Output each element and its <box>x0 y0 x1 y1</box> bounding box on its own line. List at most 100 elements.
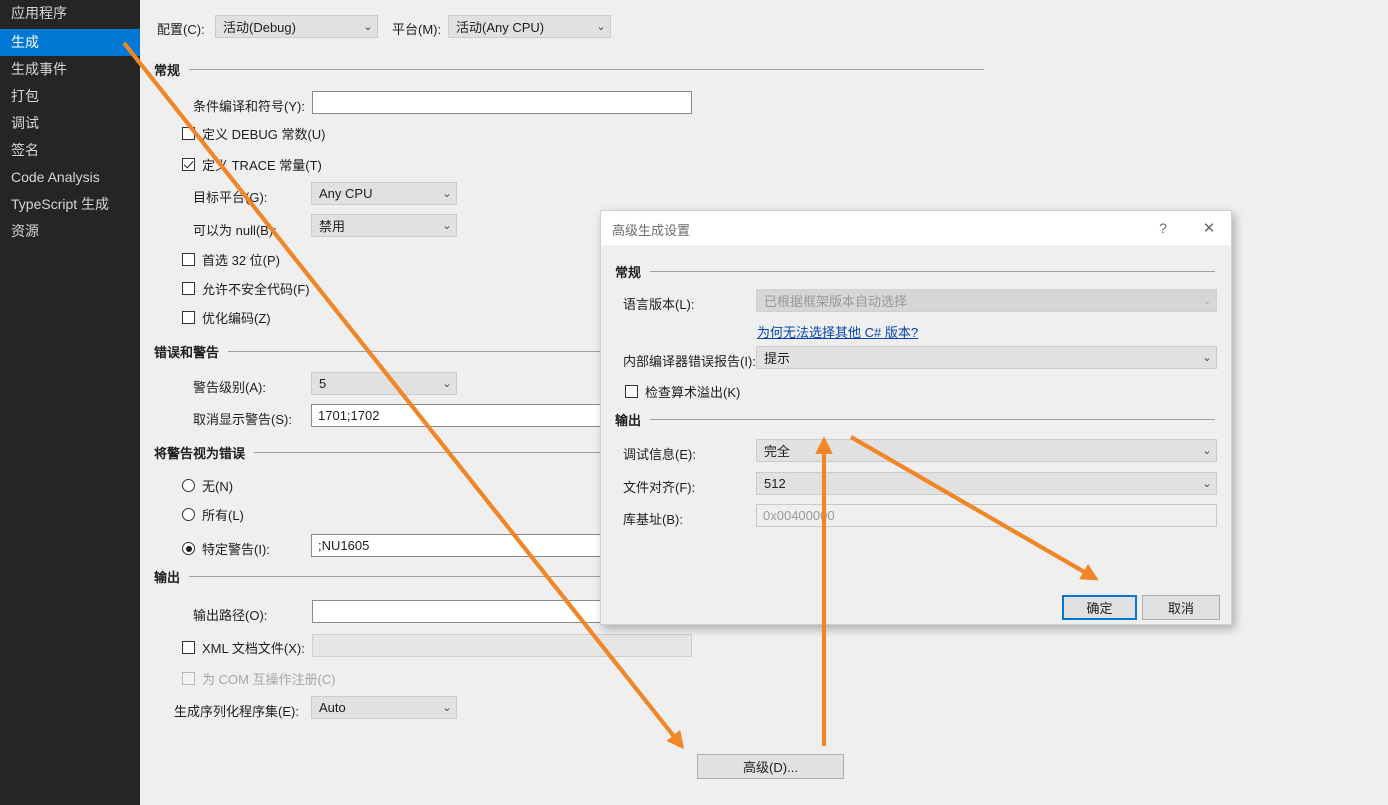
platform-dropdown[interactable]: 活动(Any CPU) ⌄ <box>448 15 611 38</box>
section-divider <box>189 69 984 70</box>
chevron-down-icon: ⌄ <box>363 21 373 33</box>
section-errors-warnings-title: 错误和警告 <box>154 345 220 360</box>
file-alignment-dropdown[interactable]: 512 ⌄ <box>756 472 1217 495</box>
debug-info-dropdown[interactable]: 完全 ⌄ <box>756 439 1217 462</box>
section-warnings-as-errors-title: 将警告视为错误 <box>154 446 246 461</box>
nullable-dropdown[interactable]: 禁用 ⌄ <box>311 214 457 237</box>
language-version-help-link[interactable]: 为何无法选择其他 C# 版本? <box>757 322 918 341</box>
dialog-cancel-label: 取消 <box>1167 601 1194 616</box>
language-version-label: 语言版本(L): <box>623 297 695 312</box>
dialog-ok-button[interactable]: 确定 <box>1062 595 1137 620</box>
sidebar-item-label: 资源 <box>11 223 39 239</box>
allow-unsafe-checkbox[interactable]: 允许不安全代码(F) <box>182 279 310 298</box>
chevron-down-icon: ⌄ <box>442 378 452 390</box>
configuration-label: 配置(C): <box>157 22 205 37</box>
check-arithmetic-overflow-checkbox[interactable]: 检查算术溢出(K) <box>625 382 740 401</box>
nullable-label: 可以为 null(B): <box>193 223 277 238</box>
dialog-cancel-button[interactable]: 取消 <box>1142 595 1220 620</box>
sidebar-item-label: 打包 <box>11 88 39 104</box>
configuration-dropdown[interactable]: 活动(Debug) ⌄ <box>215 15 378 38</box>
platform-value: 活动(Any CPU) <box>456 20 545 35</box>
warnings-specific-value: ;NU1605 <box>318 538 370 553</box>
allow-unsafe-label: 允许不安全代码(F) <box>202 282 310 297</box>
sidebar-item-label: 生成事件 <box>11 61 67 77</box>
sidebar-item-signing[interactable]: 签名 <box>0 137 140 164</box>
help-icon[interactable]: ? <box>1143 211 1183 245</box>
warning-level-value: 5 <box>319 376 327 391</box>
internal-compiler-error-value: 提示 <box>764 351 791 366</box>
chevron-down-icon: ⌄ <box>1202 295 1212 307</box>
dialog-ok-label: 确定 <box>1086 601 1113 616</box>
optimize-code-checkbox[interactable]: 优化编码(Z) <box>182 308 271 327</box>
dialog-section-output-title: 输出 <box>615 413 642 428</box>
warnings-none-radio[interactable]: 无(N) <box>182 476 233 495</box>
define-debug-checkbox[interactable]: 定义 DEBUG 常数(U) <box>182 124 326 143</box>
suppress-warnings-label: 取消显示警告(S): <box>193 412 292 427</box>
checkbox-box <box>625 385 638 398</box>
xml-doc-checkbox[interactable]: XML 文档文件(X): <box>182 638 305 657</box>
dialog-section-general: 常规 <box>615 262 1215 281</box>
xml-doc-input[interactable] <box>312 634 692 657</box>
target-platform-dropdown[interactable]: Any CPU ⌄ <box>311 182 457 205</box>
chevron-down-icon: ⌄ <box>1202 352 1212 364</box>
radio-circle <box>182 479 195 492</box>
sidebar-item-typescript-build[interactable]: TypeScript 生成 <box>0 191 140 218</box>
optimize-code-label: 优化编码(Z) <box>202 311 271 326</box>
chevron-down-icon: ⌄ <box>596 21 606 33</box>
internal-compiler-error-dropdown[interactable]: 提示 ⌄ <box>756 346 1217 369</box>
advanced-button[interactable]: 高级(D)... <box>697 754 844 779</box>
nullable-value: 禁用 <box>319 219 346 234</box>
warning-level-dropdown[interactable]: 5 ⌄ <box>311 372 457 395</box>
warnings-all-label: 所有(L) <box>202 508 244 523</box>
serialization-assembly-value: Auto <box>319 700 346 715</box>
advanced-build-settings-dialog: 高级生成设置 ? ✕ 常规 语言版本(L): 已根据框架版本自动选择 ⌄ 为何无… <box>600 210 1232 625</box>
file-alignment-label: 文件对齐(F): <box>623 480 696 495</box>
sidebar-item-build-events[interactable]: 生成事件 <box>0 56 140 83</box>
dialog-body: 常规 语言版本(L): 已根据框架版本自动选择 ⌄ 为何无法选择其他 C# 版本… <box>601 245 1231 624</box>
conditional-symbols-input[interactable] <box>312 91 692 114</box>
prefer-32bit-label: 首选 32 位(P) <box>202 253 281 268</box>
sidebar-item-label: 应用程序 <box>11 5 67 21</box>
close-icon[interactable]: ✕ <box>1189 211 1229 245</box>
sidebar-item-label: 调试 <box>11 115 39 131</box>
warnings-all-radio[interactable]: 所有(L) <box>182 505 244 524</box>
define-trace-checkbox[interactable]: 定义 TRACE 常量(T) <box>182 155 322 174</box>
target-platform-value: Any CPU <box>319 186 373 201</box>
conditional-symbols-label: 条件编译和符号(Y): <box>193 99 305 114</box>
checkbox-box <box>182 641 195 654</box>
serialization-assembly-label: 生成序列化程序集(E): <box>174 704 299 719</box>
dll-base-address-value: 0x00400000 <box>763 508 835 523</box>
define-debug-label: 定义 DEBUG 常数(U) <box>202 127 326 142</box>
sidebar-item-code-analysis[interactable]: Code Analysis <box>0 164 140 191</box>
sidebar-item-package[interactable]: 打包 <box>0 83 140 110</box>
warnings-specific-radio[interactable]: 特定警告(I): <box>182 539 270 558</box>
language-version-value: 已根据框架版本自动选择 <box>764 294 908 309</box>
prefer-32bit-checkbox[interactable]: 首选 32 位(P) <box>182 250 280 269</box>
dll-base-address-input[interactable]: 0x00400000 <box>756 504 1217 527</box>
com-interop-label: 为 COM 互操作注册(C) <box>202 672 336 687</box>
chevron-down-icon: ⌄ <box>442 702 452 714</box>
xml-doc-label: XML 文档文件(X): <box>202 641 305 656</box>
suppress-warnings-value: 1701;1702 <box>318 408 380 423</box>
output-path-label: 输出路径(O): <box>193 608 268 623</box>
warnings-specific-label: 特定警告(I): <box>202 542 270 557</box>
file-alignment-value: 512 <box>764 476 786 491</box>
debug-info-label: 调试信息(E): <box>623 447 696 462</box>
sidebar-item-label: 签名 <box>11 142 39 158</box>
sidebar-item-application[interactable]: 应用程序 <box>0 0 140 27</box>
sidebar-item-debug[interactable]: 调试 <box>0 110 140 137</box>
sidebar-item-resources[interactable]: 资源 <box>0 218 140 245</box>
section-divider <box>650 271 1215 272</box>
section-divider <box>650 419 1215 420</box>
radio-circle <box>182 542 195 555</box>
sidebar: 应用程序 生成 生成事件 打包 调试 签名 Code Analysis Type… <box>0 0 152 805</box>
com-interop-checkbox: 为 COM 互操作注册(C) <box>182 669 336 688</box>
serialization-assembly-dropdown[interactable]: Auto ⌄ <box>311 696 457 719</box>
section-general-title: 常规 <box>154 63 181 78</box>
warnings-none-label: 无(N) <box>202 479 234 494</box>
dll-base-address-label: 库基址(B): <box>623 512 683 527</box>
debug-info-value: 完全 <box>764 444 791 459</box>
chevron-down-icon: ⌄ <box>442 220 452 232</box>
section-general: 常规 <box>154 60 984 79</box>
sidebar-item-build[interactable]: 生成 <box>0 29 152 56</box>
